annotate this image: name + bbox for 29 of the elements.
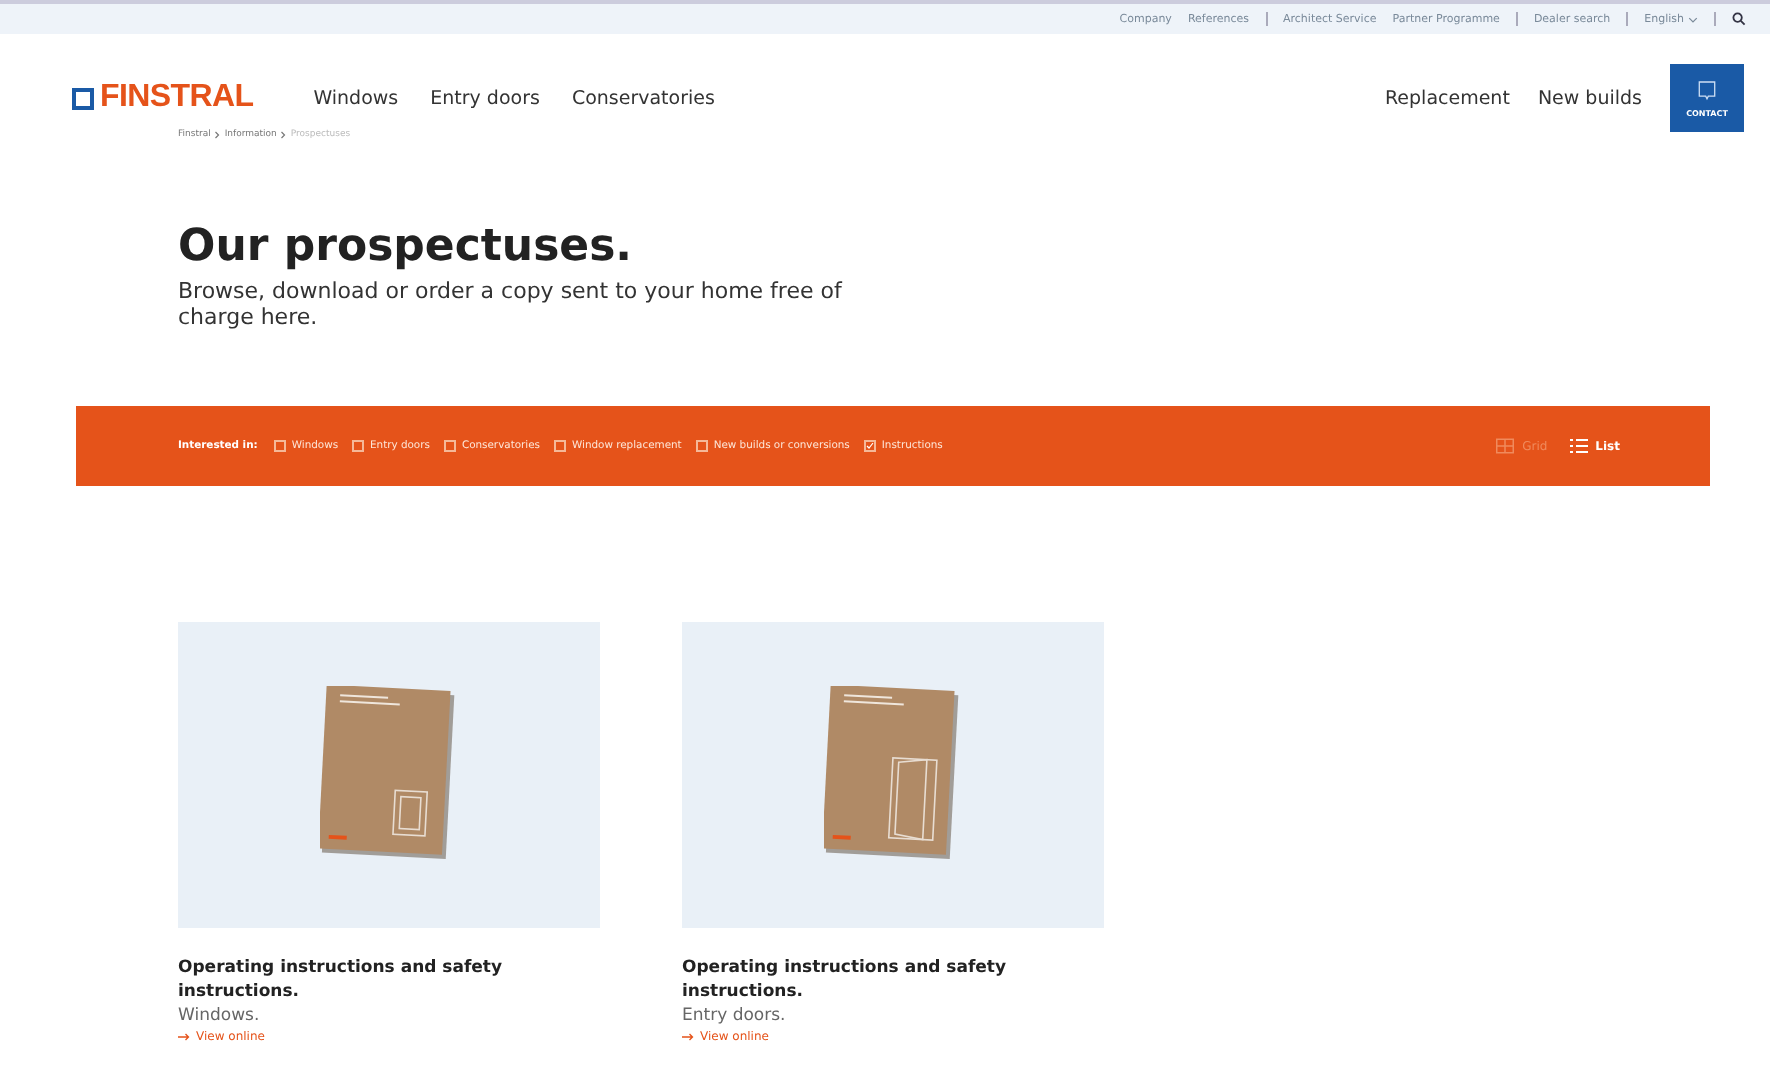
intro-text: Browse, download or order a copy sent to your home free of charge here. <box>178 278 845 330</box>
grid-icon <box>1496 438 1515 454</box>
nav-link[interactable]: Conservatories <box>571 87 715 109</box>
checkbox[interactable] <box>695 440 708 452</box>
search-icon[interactable] <box>1732 12 1746 26</box>
card-subtitle: Windows. <box>178 1004 262 1028</box>
chevron-icon <box>280 130 287 140</box>
checkbox[interactable] <box>554 440 566 452</box>
brochure-thumbnail[interactable] <box>682 622 1104 928</box>
page-heading: Our prospectuses. <box>178 222 635 272</box>
card-title[interactable]: Operating instructions and safety instructions. <box>178 956 538 1004</box>
list-icon <box>1569 438 1588 454</box>
brochure-thumbnail[interactable] <box>178 622 600 928</box>
checkbox[interactable] <box>443 440 456 452</box>
nav-link[interactable]: Entry doors <box>430 87 540 109</box>
nav-link[interactable]: Windows <box>313 87 399 109</box>
chevron-icon <box>214 130 221 140</box>
arrow-icon <box>682 1032 694 1042</box>
checkbox[interactable] <box>352 440 365 452</box>
checkbox[interactable] <box>273 440 286 452</box>
caret-icon <box>1688 15 1698 23</box>
card-subtitle: Entry doors. <box>682 1004 788 1028</box>
arrow-icon <box>178 1032 190 1042</box>
card-title[interactable]: Operating instructions and safety instructions. <box>682 956 1042 1004</box>
speech-bubble-icon <box>1698 79 1716 101</box>
checkbox[interactable] <box>863 440 876 452</box>
nav-link[interactable]: New builds <box>1537 87 1642 109</box>
logo[interactable]: FINSTRAL <box>72 80 254 116</box>
nav-link[interactable]: Replacement <box>1385 87 1510 109</box>
